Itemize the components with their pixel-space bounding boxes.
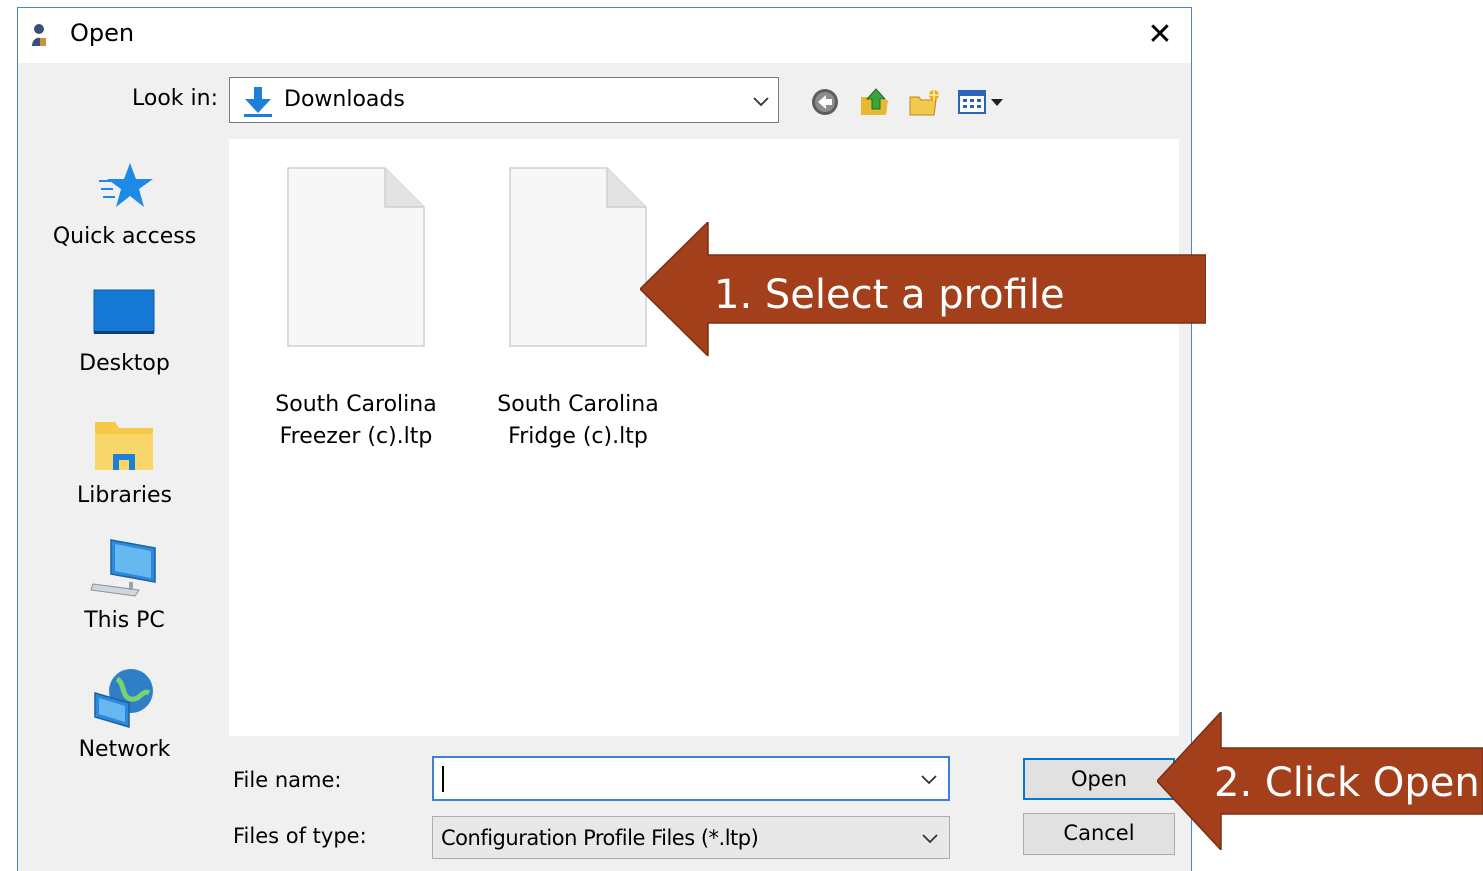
file-type-dropdown[interactable]: Configuration Profile Files (*.ltp) <box>432 816 950 859</box>
places-bar: Quick access Desktop Libraries This PC N… <box>33 139 216 852</box>
text-caret <box>442 766 444 792</box>
new-folder-icon[interactable] <box>908 87 942 117</box>
file-type-value: Configuration Profile Files (*.ltp) <box>441 826 759 850</box>
callout-select-profile: 1. Select a profile <box>638 220 1207 358</box>
close-button[interactable]: ✕ <box>1143 18 1177 52</box>
place-label: Libraries <box>76 483 172 508</box>
window-title: Open <box>70 19 135 47</box>
star-icon <box>99 163 153 207</box>
place-label: This PC <box>84 608 165 633</box>
place-desktop[interactable]: Desktop <box>33 269 216 389</box>
look-in-value: Downloads <box>284 87 405 112</box>
download-arrow-icon <box>244 87 272 117</box>
chevron-down-icon[interactable] <box>921 833 939 845</box>
place-network[interactable]: Network <box>33 649 216 769</box>
back-icon[interactable] <box>808 87 842 117</box>
place-label: Network <box>78 737 171 762</box>
app-icon <box>32 24 46 46</box>
look-in-label: Look in: <box>132 86 218 111</box>
up-folder-icon[interactable] <box>858 87 892 117</box>
place-quick-access[interactable]: Quick access <box>33 139 216 259</box>
file-name: South Carolina Freezer (c).ltp <box>275 392 437 449</box>
file-icon <box>287 167 425 347</box>
network-icon <box>94 669 153 729</box>
desktop-icon <box>93 289 155 334</box>
open-dialog: Open ✕ Look in: Downloads Quick access D… <box>17 7 1192 871</box>
place-this-pc[interactable]: This PC <box>33 522 216 642</box>
place-label: Desktop <box>79 351 170 376</box>
close-icon: ✕ <box>1147 17 1173 52</box>
libraries-icon <box>95 422 153 470</box>
title-bar: Open ✕ <box>18 8 1191 63</box>
callout-text: 2. Click Open <box>1214 760 1480 806</box>
file-name: South Carolina Fridge (c).ltp <box>497 392 659 449</box>
look-in-dropdown[interactable]: Downloads <box>229 77 779 123</box>
cancel-button[interactable]: Cancel <box>1023 813 1175 855</box>
callout-click-open: 2. Click Open <box>1155 710 1483 852</box>
open-button[interactable]: Open <box>1023 758 1175 800</box>
place-label: Quick access <box>52 224 197 249</box>
view-menu-icon[interactable] <box>956 87 1010 117</box>
file-type-label: Files of type: <box>233 824 367 848</box>
callout-text: 1. Select a profile <box>714 272 1065 318</box>
file-icon <box>509 167 647 347</box>
chevron-down-icon[interactable] <box>920 774 938 786</box>
chevron-down-icon[interactable] <box>752 96 770 108</box>
file-name-input[interactable] <box>432 756 950 801</box>
computer-icon <box>90 539 156 597</box>
file-name-label: File name: <box>233 768 342 792</box>
place-libraries[interactable]: Libraries <box>33 396 216 516</box>
